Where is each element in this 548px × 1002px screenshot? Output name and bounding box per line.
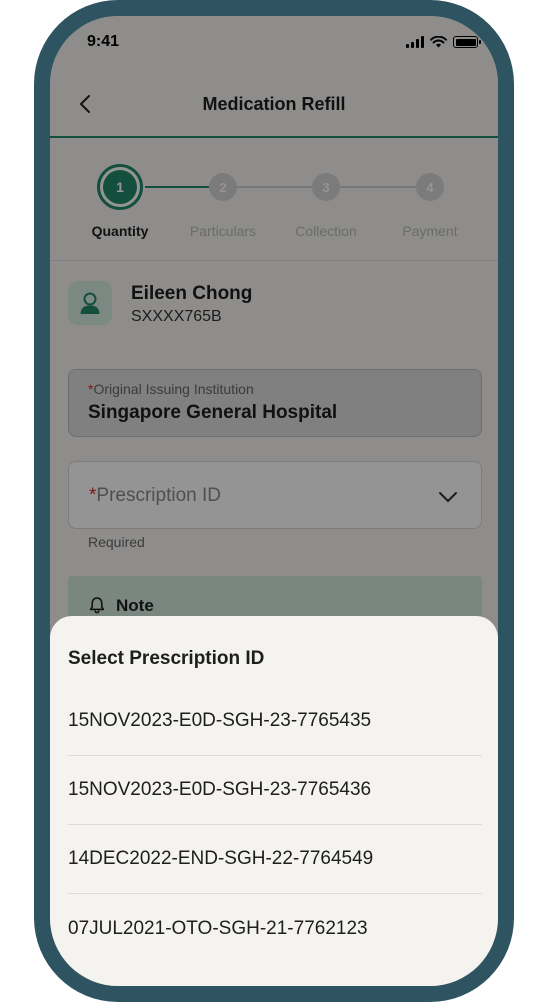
prescription-bottom-sheet: Select Prescription ID 15NOV2023-E0D-SGH… [50,616,498,986]
prescription-option[interactable]: 14DEC2022-END-SGH-22-7764549 [68,825,482,894]
prescription-option[interactable]: 15NOV2023-E0D-SGH-23-7765436 [68,756,482,825]
app-screen: 9:41 Medication Refill 1 2 3 4 Quantity … [50,16,498,986]
prescription-option[interactable]: 07JUL2021-OTO-SGH-21-7762123 [68,894,482,963]
sheet-title: Select Prescription ID [68,648,265,669]
prescription-option[interactable]: 15NOV2023-E0D-SGH-23-7765435 [68,687,482,756]
